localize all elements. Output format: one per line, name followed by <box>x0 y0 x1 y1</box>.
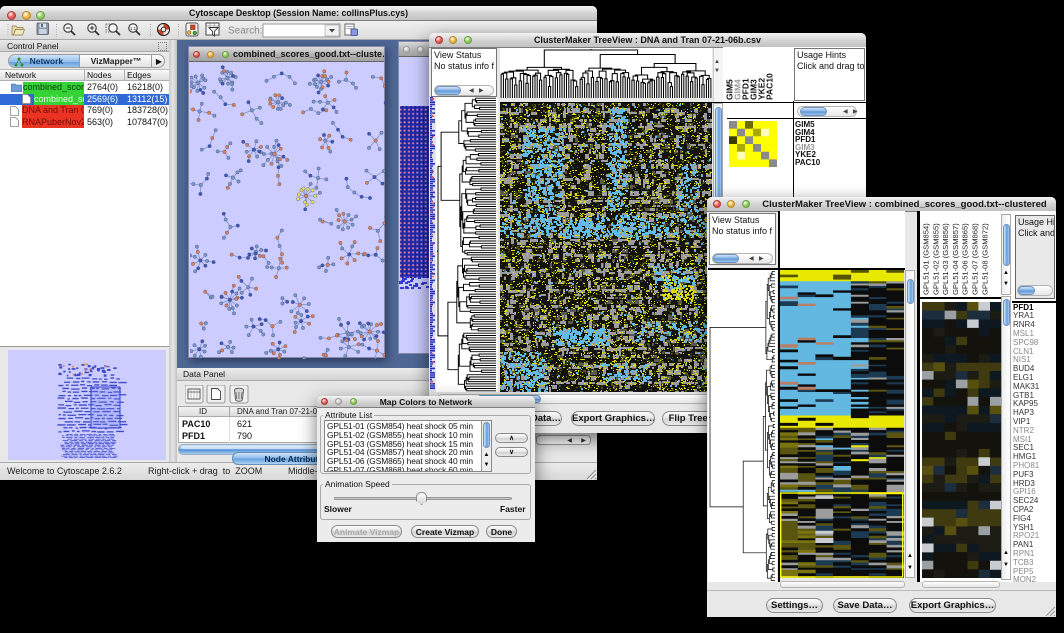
svg-text:GPL51-07 (GSM868): GPL51-07 (GSM868) <box>971 223 980 295</box>
svg-text:Search:: Search: <box>228 26 262 37</box>
svg-text:GPL51-06 (GSM865): GPL51-06 (GSM865) <box>961 223 970 295</box>
svg-text:GPL51-01 (GSM854): GPL51-01 (GSM854) <box>922 223 931 295</box>
svg-text:GPL51-02 (GSM855): GPL51-02 (GSM855) <box>931 223 940 295</box>
svg-text:PAC10: PAC10 <box>765 73 775 100</box>
svg-text:GPL51-08 (GSM872): GPL51-08 (GSM872) <box>980 223 989 295</box>
svg-text:GPL51-03 (GSM856): GPL51-03 (GSM856) <box>941 223 950 295</box>
svg-text:GPL51-04 (GSM857): GPL51-04 (GSM857) <box>951 223 960 295</box>
svg-text:1:1: 1:1 <box>130 26 137 31</box>
